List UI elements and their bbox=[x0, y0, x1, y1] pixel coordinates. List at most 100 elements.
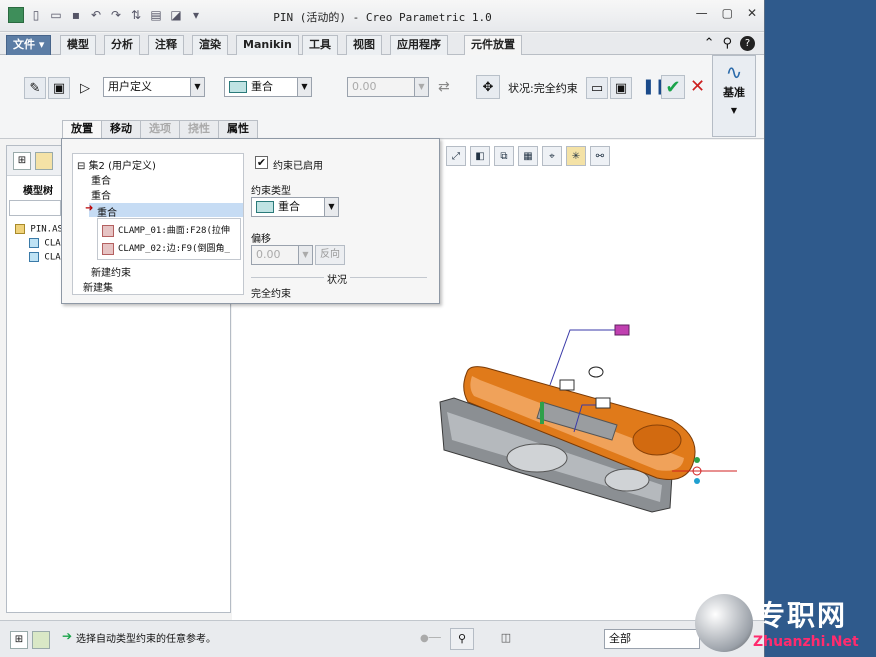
spin-center-icon bbox=[588, 366, 604, 378]
tree-view-icon[interactable]: ⊞ bbox=[13, 152, 31, 170]
part-icon bbox=[29, 238, 39, 248]
datum-label: 基准 bbox=[723, 86, 745, 99]
folder-icon[interactable] bbox=[35, 152, 53, 170]
constraint-item-selected[interactable]: ➜ 重合 bbox=[85, 203, 243, 219]
tab-file-label: 文件 bbox=[13, 38, 35, 51]
title-bar: ▯ ▭ ▪ ↶ ↷ ⇅ ▤ ◪ ▾ PIN (活动的) - Creo Param… bbox=[0, 0, 764, 32]
constraint-type-label: 约束类型 bbox=[251, 186, 291, 197]
box-select-icon[interactable]: ◫ bbox=[494, 628, 518, 650]
datum-button[interactable]: ∿ 基准 ▼ bbox=[712, 55, 756, 137]
tab-options[interactable]: 选项 bbox=[140, 120, 180, 138]
constraint-leader-line bbox=[549, 329, 620, 386]
flag-icon[interactable]: ▷ bbox=[74, 77, 96, 99]
tab-tools[interactable]: 工具 bbox=[302, 35, 338, 55]
browser-toggle-icon[interactable] bbox=[32, 631, 50, 649]
drag-handle bbox=[694, 457, 700, 463]
window-title: PIN (活动的) - Creo Parametric 1.0 bbox=[273, 11, 492, 24]
maximize-icon[interactable]: ▢ bbox=[722, 6, 733, 20]
spin-center-toggle-icon[interactable]: ✳ bbox=[566, 146, 586, 166]
ribbon-tabs: 文件 ▾ 模型 分析 注释 渲染 Manikin 工具 视图 应用程序 元件放置… bbox=[0, 33, 764, 56]
tab-placement[interactable]: 放置 bbox=[62, 120, 102, 138]
tab-flexibility[interactable]: 挠性 bbox=[179, 120, 219, 138]
progress-dots-icon: ●── bbox=[420, 633, 441, 644]
app-window: ▯ ▭ ▪ ↶ ↷ ⇅ ▤ ◪ ▾ PIN (活动的) - Creo Param… bbox=[0, 0, 765, 657]
reference-label: CLAMP_01:曲面:F28(拉伸 bbox=[118, 226, 230, 236]
close-icon[interactable]: ✕ bbox=[747, 6, 757, 20]
help-icon[interactable]: ? bbox=[740, 36, 755, 51]
tree-filter-input[interactable] bbox=[9, 200, 61, 216]
component-icon[interactable]: ▣ bbox=[48, 77, 70, 99]
refit-icon[interactable]: ⤢ bbox=[446, 146, 466, 166]
reference-label: CLAMP_02:边:F9(倒圆角_ bbox=[118, 244, 230, 254]
reference-item[interactable]: CLAMP_02:边:F9(倒圆角_ bbox=[102, 241, 230, 257]
constraint-type-value: 重合 bbox=[251, 80, 273, 93]
tab-move[interactable]: 移动 bbox=[101, 120, 141, 138]
constraint-item[interactable]: 重合 bbox=[91, 187, 111, 202]
assembly-window-icon[interactable]: ▣ bbox=[610, 77, 632, 99]
check-icon[interactable]: ✔ bbox=[661, 75, 685, 99]
offset-input[interactable]: 0.00 ▼ bbox=[347, 77, 429, 97]
tab-file[interactable]: 文件 ▾ bbox=[6, 35, 52, 55]
selected-surface-marker bbox=[540, 402, 544, 424]
tab-component-placement[interactable]: 元件放置 bbox=[464, 35, 522, 56]
tab-view[interactable]: 视图 bbox=[346, 35, 382, 55]
tab-properties[interactable]: 属性 bbox=[218, 120, 258, 138]
tab-render[interactable]: 渲染 bbox=[192, 35, 228, 55]
flip-button[interactable]: 反向 bbox=[315, 245, 345, 265]
datum-display-icon[interactable]: ⌖ bbox=[542, 146, 562, 166]
constraint-tag bbox=[559, 379, 575, 391]
cancel-icon[interactable]: ✕ bbox=[690, 76, 705, 97]
datum-wave-icon: ∿ bbox=[725, 60, 743, 84]
offset-value: 0.00 bbox=[352, 80, 377, 93]
clamp-top-dimple bbox=[632, 424, 682, 456]
new-set-link[interactable]: 新建集 bbox=[83, 279, 113, 294]
offset-field-value: 0.00 bbox=[256, 248, 281, 261]
constraint-set-dropdown[interactable]: 用户定义 ▼ bbox=[103, 77, 205, 97]
annotation-display-icon[interactable]: ⚯ bbox=[590, 146, 610, 166]
display-style-icon[interactable]: ◧ bbox=[470, 146, 490, 166]
status-bar: ⊞ ➔ 选择自动类型约束的任意参考。 ●── ⚲ ◫ 全部 bbox=[0, 620, 764, 657]
find-icon[interactable]: ⚲ bbox=[450, 628, 474, 650]
constraint-type-select[interactable]: 重合 ▼ bbox=[251, 197, 339, 217]
model-tree-label: 模型树 bbox=[23, 186, 53, 197]
drag-handle bbox=[694, 478, 700, 484]
help-area: ⌃ ⚲ ? bbox=[704, 36, 755, 51]
minimize-icon[interactable]: — bbox=[696, 6, 708, 20]
tab-model[interactable]: 模型 bbox=[60, 35, 96, 55]
chevron-down-icon: ▼ bbox=[297, 78, 311, 96]
reference-icon bbox=[102, 242, 114, 255]
tab-manikin[interactable]: Manikin bbox=[236, 35, 299, 55]
chevron-down-icon: ▼ bbox=[190, 78, 204, 96]
3d-dragger-icon[interactable]: ✥ bbox=[476, 75, 500, 99]
window-controls: — ▢ ✕ bbox=[696, 6, 757, 20]
message-arrow-icon: ➔ bbox=[62, 629, 73, 643]
flip-direction-icon[interactable]: ⇄ bbox=[438, 79, 450, 95]
watermark-url: Zhuanzhi.Net bbox=[753, 634, 859, 650]
view-manager-icon[interactable]: ▦ bbox=[518, 146, 538, 166]
saved-views-icon[interactable]: ⧉ bbox=[494, 146, 514, 166]
new-constraint-link[interactable]: 新建约束 bbox=[91, 264, 131, 279]
tab-annotate[interactable]: 注释 bbox=[148, 35, 184, 55]
coincident-icon bbox=[256, 201, 274, 213]
part-icon bbox=[29, 252, 39, 262]
reference-item[interactable]: CLAMP_01:曲面:F28(拉伸 bbox=[102, 223, 230, 239]
filter-value: 全部 bbox=[609, 632, 631, 645]
constraint-enabled-label: 约束已启用 bbox=[273, 161, 323, 172]
filter-dropdown[interactable]: 全部 bbox=[604, 629, 700, 649]
tree-toggle-icon[interactable]: ⊞ bbox=[10, 631, 28, 649]
constraint-item-label: 重合 bbox=[97, 208, 117, 219]
constraint-type-dropdown[interactable]: 重合 ▼ bbox=[224, 77, 312, 97]
search-icon[interactable]: ⚲ bbox=[722, 36, 732, 51]
tab-analysis[interactable]: 分析 bbox=[104, 35, 140, 55]
edit-icon[interactable]: ✎ bbox=[24, 77, 46, 99]
constraint-set-value: 用户定义 bbox=[108, 80, 152, 93]
constraint-set-item[interactable]: ⊟ 集2 (用户定义) bbox=[77, 157, 156, 172]
tab-applications[interactable]: 应用程序 bbox=[390, 35, 448, 55]
constraint-item[interactable]: 重合 bbox=[91, 172, 111, 187]
constraint-enabled-checkbox[interactable]: ✔ bbox=[255, 156, 268, 169]
collapse-ribbon-icon[interactable]: ⌃ bbox=[704, 36, 715, 51]
separate-window-icon[interactable]: ▭ bbox=[586, 77, 608, 99]
reference-list: CLAMP_01:曲面:F28(拉伸 CLAMP_02:边:F9(倒圆角_ bbox=[97, 218, 241, 260]
soccer-ball-icon bbox=[695, 594, 753, 652]
offset-field[interactable]: 0.00 ▼ bbox=[251, 245, 313, 265]
